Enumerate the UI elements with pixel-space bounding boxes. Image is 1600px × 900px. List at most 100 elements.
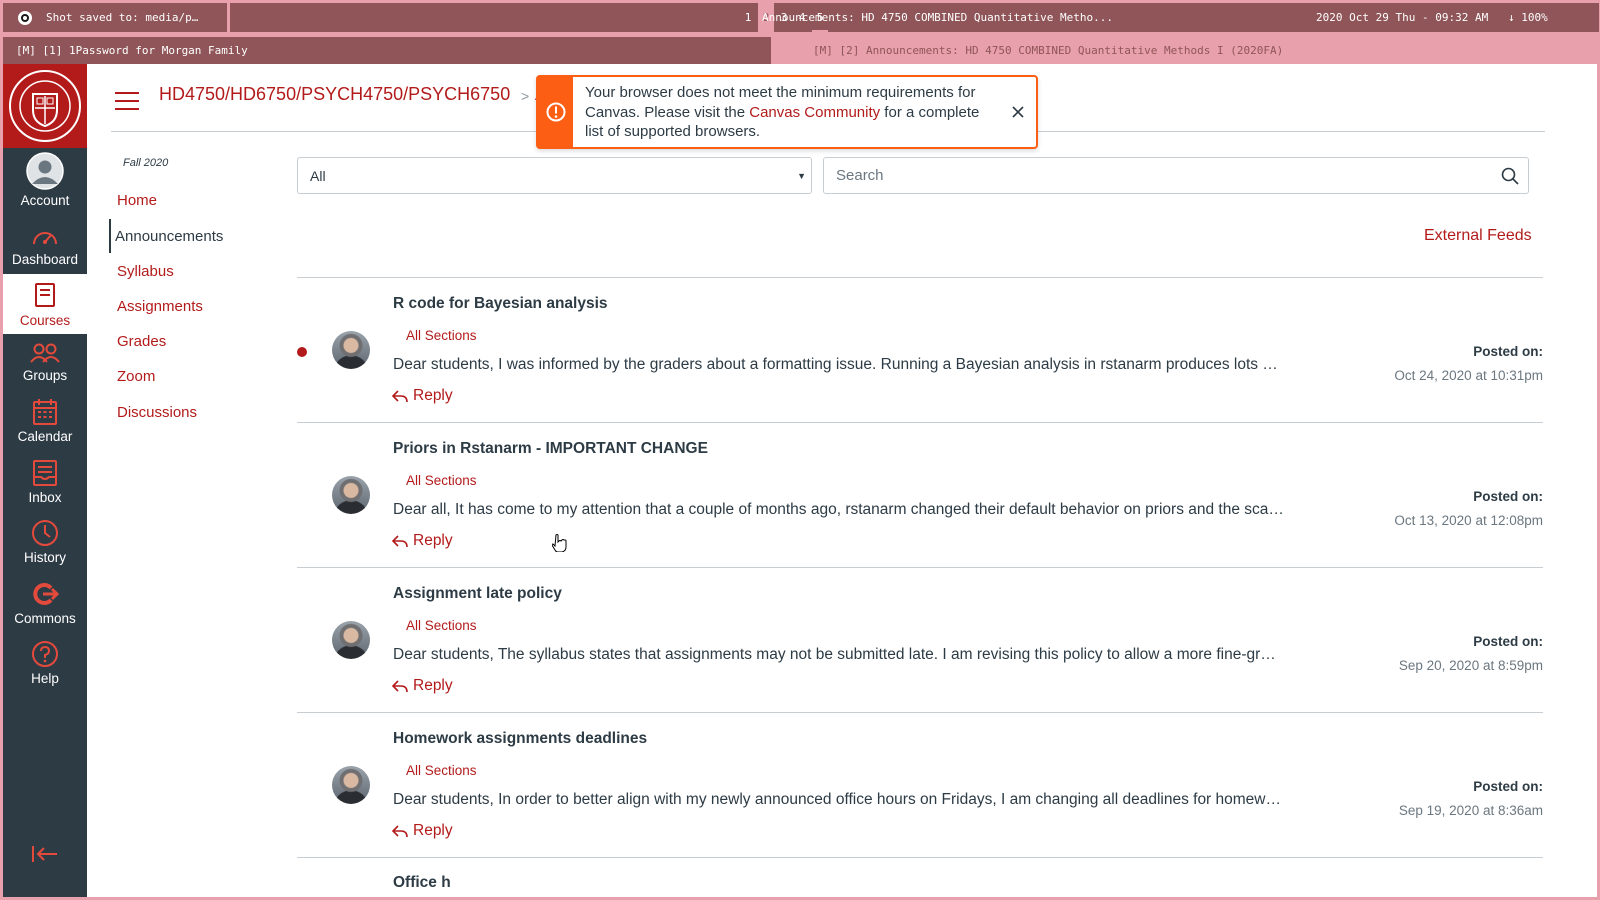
announcement-preview: Dear students, I was informed by the gra… (393, 356, 1278, 373)
search-input[interactable] (823, 157, 1529, 194)
announcement-item[interactable]: Priors in Rstanarm - IMPORTANT CHANGE Al… (297, 422, 1543, 567)
announcement-sections: All Sections (406, 618, 477, 633)
reply-label: Reply (413, 532, 453, 549)
posted-date: Sep 19, 2020 at 8:36am (1398, 803, 1543, 818)
reply-label: Reply (413, 677, 453, 694)
announcement-list: R code for Bayesian analysis All Section… (297, 277, 1543, 891)
author-avatar[interactable] (332, 766, 370, 804)
posted-date: Sep 20, 2020 at 8:59pm (1398, 658, 1543, 673)
breadcrumb-separator: > (521, 88, 530, 104)
posted-date: Oct 24, 2020 at 10:31pm (1394, 368, 1543, 383)
section-filter-select[interactable]: All ▼ (297, 157, 812, 194)
cornell-logo[interactable] (3, 64, 87, 148)
screenshot-notice: Shot saved to: media/p… (3, 3, 227, 32)
nav-history-label: History (23, 550, 66, 565)
close-icon (1012, 106, 1024, 118)
announcement-item[interactable]: Assignment late policy All Sections Dear… (297, 567, 1543, 712)
external-feeds-link[interactable]: External Feeds (1424, 227, 1532, 245)
canvas-community-link[interactable]: Canvas Community (749, 104, 880, 121)
wm-clock: 2020 Oct 29 Thu - 09:32 AM (1316, 11, 1489, 24)
posted-on-label: Posted on: (1473, 489, 1543, 504)
close-alert-button[interactable] (1010, 104, 1026, 120)
nav-inbox-label: Inbox (28, 490, 62, 505)
history-icon (32, 520, 58, 546)
nav-help-label: Help (31, 671, 59, 686)
course-menu-toggle[interactable] (115, 90, 141, 112)
nav-calendar[interactable]: Calendar (3, 398, 87, 444)
screenshot-icon (18, 10, 32, 25)
announcement-sections: All Sections (406, 473, 477, 488)
alert-sidebar (538, 77, 573, 147)
course-nav-syllabus[interactable]: Syllabus (114, 263, 174, 280)
hand-cursor-icon (552, 534, 567, 552)
announcement-sections: All Sections (406, 763, 477, 778)
canvas-app: Account Dashboard Courses Groups Calenda… (3, 64, 1597, 897)
nav-inbox[interactable]: Inbox (3, 459, 87, 505)
reply-button[interactable]: Reply (391, 387, 453, 405)
wm-window-title: Announcements: HD 4750 COMBINED Quantita… (762, 11, 1113, 24)
workspace-1[interactable]: 1 (740, 3, 756, 32)
nav-dashboard[interactable]: Dashboard (3, 225, 87, 267)
reply-label: Reply (413, 822, 453, 839)
nav-courses[interactable]: Courses (3, 274, 87, 334)
author-avatar[interactable] (332, 621, 370, 659)
announcement-item[interactable]: Homework assignments deadlines All Secti… (297, 712, 1543, 857)
reply-button[interactable]: Reply (391, 822, 453, 840)
announcement-sections: All Sections (406, 328, 477, 343)
screenshot-notice-text: Shot saved to: media/p… (46, 11, 199, 24)
author-avatar[interactable] (332, 476, 370, 514)
nav-calendar-label: Calendar (17, 429, 73, 444)
course-nav-discussions[interactable]: Discussions (114, 404, 197, 421)
nav-account[interactable]: Account (3, 152, 87, 208)
announcement-title[interactable]: Priors in Rstanarm - IMPORTANT CHANGE (393, 440, 708, 458)
announcement-title[interactable]: Homework assignments deadlines (393, 730, 647, 748)
announcement-title[interactable]: R code for Bayesian analysis (393, 295, 608, 313)
announcement-preview: Dear all, It has come to my attention th… (393, 501, 1284, 518)
reply-icon (391, 680, 408, 693)
section-filter-value: All (310, 167, 326, 184)
reply-label: Reply (413, 387, 453, 404)
breadcrumb-course[interactable]: HD4750/HD6750/PSYCH4750/PSYCH6750 (159, 84, 510, 105)
nav-history[interactable]: History (3, 519, 87, 565)
warning-icon (546, 102, 565, 122)
course-nav-home[interactable]: Home (114, 192, 157, 209)
nav-courses-label: Courses (19, 313, 71, 328)
posted-on-label: Posted on: (1473, 344, 1543, 359)
reply-icon (391, 825, 408, 838)
wm-top-bar: Shot saved to: media/p… 1 2 3 4 5 Announ… (0, 0, 1600, 34)
inbox-icon (33, 460, 57, 486)
posted-on-label: Posted on: (1473, 634, 1543, 649)
wm-battery: ↓ 100% (1508, 11, 1548, 24)
announcement-item[interactable]: Office h (297, 857, 1543, 891)
commons-icon (33, 583, 59, 605)
announcement-title[interactable]: Assignment late policy (393, 585, 562, 603)
nav-account-label: Account (20, 193, 70, 208)
reply-icon (391, 390, 408, 403)
author-avatar[interactable] (332, 331, 370, 369)
tab-announcements[interactable]: [M] [2] Announcements: HD 4750 COMBINED … (771, 37, 1597, 64)
term-label: Fall 2020 (123, 157, 169, 169)
courses-icon (35, 283, 55, 307)
help-icon (32, 641, 58, 667)
collapse-icon (32, 846, 57, 862)
reply-button[interactable]: Reply (391, 532, 453, 550)
reply-button[interactable]: Reply (391, 677, 453, 695)
chevron-down-icon: ▼ (797, 171, 806, 181)
nav-commons[interactable]: Commons (3, 580, 87, 626)
announcement-title[interactable]: Office h (393, 874, 451, 892)
nav-groups-label: Groups (22, 368, 68, 383)
nav-help[interactable]: Help (3, 640, 87, 686)
course-nav-announcements[interactable]: Announcements (109, 219, 223, 253)
tab-1password[interactable]: [M] [1] 1Password for Morgan Family (3, 37, 771, 64)
global-navigation: Account Dashboard Courses Groups Calenda… (3, 64, 87, 897)
collapse-nav-button[interactable] (31, 844, 59, 869)
announcement-preview: Dear students, The syllabus states that … (393, 646, 1276, 663)
course-nav-grades[interactable]: Grades (114, 333, 166, 350)
course-nav-zoom[interactable]: Zoom (114, 368, 155, 385)
course-nav-assignments[interactable]: Assignments (114, 298, 203, 315)
groups-icon (30, 343, 60, 363)
announcement-item[interactable]: R code for Bayesian analysis All Section… (297, 277, 1543, 422)
search-icon[interactable] (1501, 167, 1519, 190)
nav-groups[interactable]: Groups (3, 341, 87, 383)
alert-message: Your browser does not meet the minimum r… (573, 77, 993, 147)
